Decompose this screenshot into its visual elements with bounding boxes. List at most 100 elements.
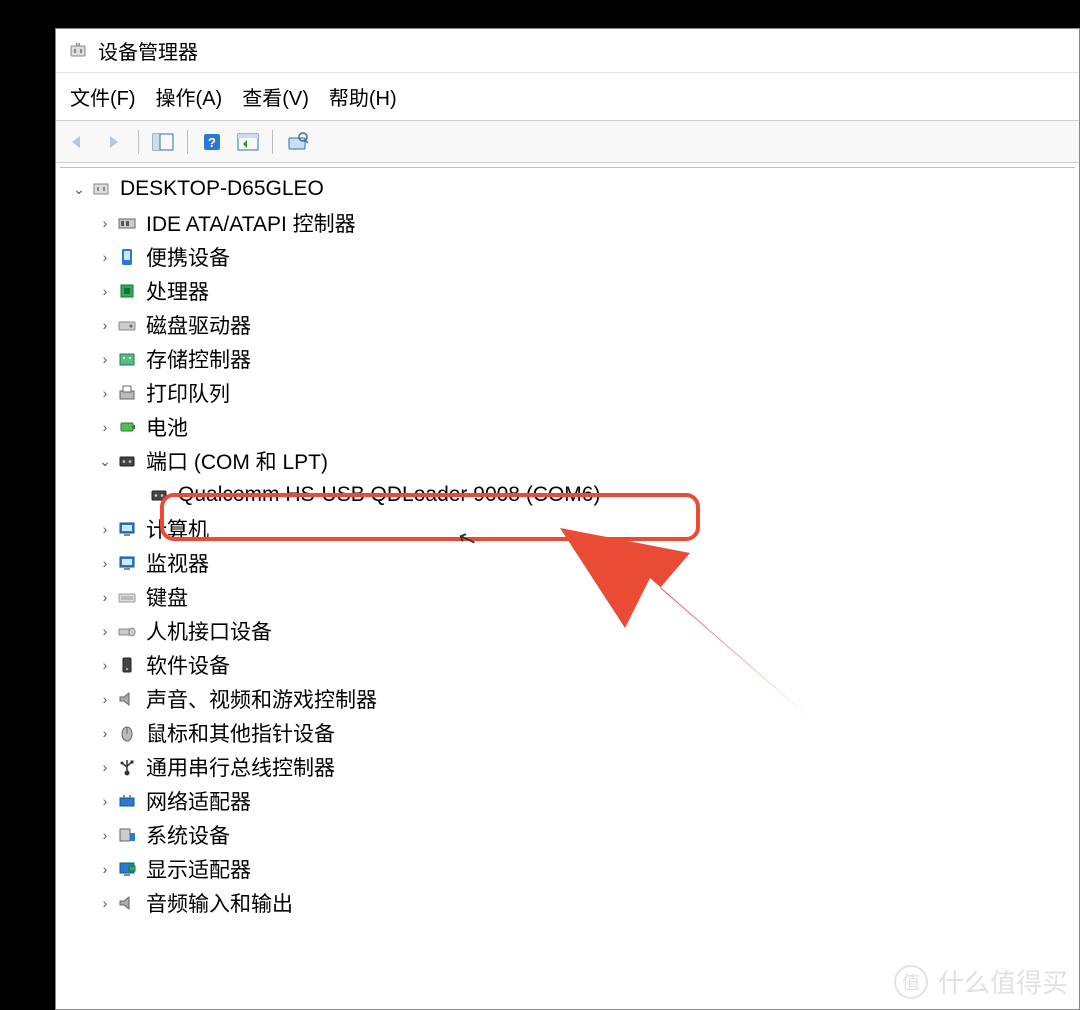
tree-category-monitor[interactable]: 监视器 bbox=[60, 546, 1075, 580]
chevron-right-icon[interactable] bbox=[98, 386, 112, 400]
tree-category-computer[interactable]: 计算机 bbox=[60, 512, 1075, 546]
tree-category-hid[interactable]: 人机接口设备 bbox=[60, 614, 1075, 648]
chevron-down-icon[interactable] bbox=[72, 182, 86, 196]
network-adapter-icon bbox=[116, 790, 138, 812]
chevron-right-icon[interactable] bbox=[98, 692, 112, 706]
device-tree[interactable]: DESKTOP-D65GLEO IDE ATA/ATAPI 控制器 便携设备 处… bbox=[60, 167, 1075, 1005]
action-button[interactable] bbox=[232, 127, 264, 157]
tree-label: Qualcomm HS-USB QDLoader 9008 (COM6) bbox=[178, 483, 600, 507]
chevron-right-icon[interactable] bbox=[98, 352, 112, 366]
disk-drive-icon bbox=[116, 314, 138, 336]
tree-label: 系统设备 bbox=[146, 820, 230, 850]
tree-label: IDE ATA/ATAPI 控制器 bbox=[146, 208, 356, 238]
hid-icon bbox=[116, 620, 138, 642]
tree-label: 磁盘驱动器 bbox=[146, 310, 251, 340]
tree-category-ports[interactable]: 端口 (COM 和 LPT) bbox=[60, 444, 1075, 478]
tree-label: 音频输入和输出 bbox=[146, 888, 293, 918]
titlebar: 设备管理器 bbox=[56, 29, 1079, 73]
toolbar: ? bbox=[56, 121, 1079, 163]
monitor-icon bbox=[116, 552, 138, 574]
chevron-right-icon[interactable] bbox=[98, 862, 112, 876]
tree-label: 端口 (COM 和 LPT) bbox=[146, 446, 328, 476]
tree-label: 存储控制器 bbox=[146, 344, 251, 374]
tree-category-portable[interactable]: 便携设备 bbox=[60, 240, 1075, 274]
chevron-right-icon[interactable] bbox=[98, 896, 112, 910]
menu-file[interactable]: 文件(F) bbox=[70, 82, 136, 111]
software-device-icon bbox=[116, 654, 138, 676]
menu-view[interactable]: 查看(V) bbox=[242, 82, 309, 111]
tree-category-mouse[interactable]: 鼠标和其他指针设备 bbox=[60, 716, 1075, 750]
forward-button[interactable] bbox=[98, 127, 130, 157]
tree-category-disk[interactable]: 磁盘驱动器 bbox=[60, 308, 1075, 342]
chevron-right-icon[interactable] bbox=[98, 794, 112, 808]
tree-category-ide[interactable]: IDE ATA/ATAPI 控制器 bbox=[60, 206, 1075, 240]
tree-device-qualcomm-qdloader[interactable]: Qualcomm HS-USB QDLoader 9008 (COM6) bbox=[60, 478, 1075, 512]
ide-controller-icon bbox=[116, 212, 138, 234]
chevron-right-icon[interactable] bbox=[98, 556, 112, 570]
portable-device-icon bbox=[116, 246, 138, 268]
svg-text:?: ? bbox=[208, 135, 216, 150]
print-queue-icon bbox=[116, 382, 138, 404]
sound-video-icon bbox=[116, 688, 138, 710]
tree-category-sound[interactable]: 声音、视频和游戏控制器 bbox=[60, 682, 1075, 716]
display-adapter-icon bbox=[116, 858, 138, 880]
tree-category-network[interactable]: 网络适配器 bbox=[60, 784, 1075, 818]
computer-root-icon bbox=[90, 178, 112, 200]
battery-icon bbox=[116, 416, 138, 438]
storage-controller-icon bbox=[116, 348, 138, 370]
tree-category-keyboard[interactable]: 键盘 bbox=[60, 580, 1075, 614]
tree-root-label: DESKTOP-D65GLEO bbox=[120, 177, 324, 201]
system-device-icon bbox=[116, 824, 138, 846]
audio-io-icon bbox=[116, 892, 138, 914]
chevron-right-icon[interactable] bbox=[98, 420, 112, 434]
tree-label: 计算机 bbox=[146, 514, 209, 544]
toolbar-separator bbox=[187, 130, 188, 154]
help-button[interactable]: ? bbox=[196, 127, 228, 157]
tree-label: 软件设备 bbox=[146, 650, 230, 680]
tree-category-audio[interactable]: 音频输入和输出 bbox=[60, 886, 1075, 920]
chevron-right-icon[interactable] bbox=[98, 590, 112, 604]
tree-leaf-spacer bbox=[130, 488, 144, 502]
tree-label: 处理器 bbox=[146, 276, 209, 306]
chevron-down-icon[interactable] bbox=[98, 454, 112, 468]
chevron-right-icon[interactable] bbox=[98, 828, 112, 842]
tree-category-display[interactable]: 显示适配器 bbox=[60, 852, 1075, 886]
tree-label: 键盘 bbox=[146, 582, 188, 612]
tree-label: 人机接口设备 bbox=[146, 616, 272, 646]
ports-icon bbox=[116, 450, 138, 472]
tree-root-node[interactable]: DESKTOP-D65GLEO bbox=[60, 172, 1075, 206]
back-button[interactable] bbox=[62, 127, 94, 157]
show-hide-tree-button[interactable] bbox=[147, 127, 179, 157]
tree-label: 监视器 bbox=[146, 548, 209, 578]
menu-help[interactable]: 帮助(H) bbox=[329, 82, 397, 111]
tree-category-battery[interactable]: 电池 bbox=[60, 410, 1075, 444]
scan-hardware-button[interactable] bbox=[281, 127, 313, 157]
chevron-right-icon[interactable] bbox=[98, 624, 112, 638]
chevron-right-icon[interactable] bbox=[98, 726, 112, 740]
tree-label: 网络适配器 bbox=[146, 786, 251, 816]
chevron-right-icon[interactable] bbox=[98, 284, 112, 298]
menu-action[interactable]: 操作(A) bbox=[156, 82, 223, 111]
processor-icon bbox=[116, 280, 138, 302]
chevron-right-icon[interactable] bbox=[98, 658, 112, 672]
device-manager-icon bbox=[68, 41, 88, 61]
com-port-icon bbox=[148, 484, 170, 506]
chevron-right-icon[interactable] bbox=[98, 760, 112, 774]
mouse-icon bbox=[116, 722, 138, 744]
chevron-right-icon[interactable] bbox=[98, 522, 112, 536]
tree-label: 声音、视频和游戏控制器 bbox=[146, 684, 377, 714]
tree-category-software[interactable]: 软件设备 bbox=[60, 648, 1075, 682]
tree-label: 打印队列 bbox=[146, 378, 230, 408]
tree-category-processor[interactable]: 处理器 bbox=[60, 274, 1075, 308]
tree-category-usb[interactable]: 通用串行总线控制器 bbox=[60, 750, 1075, 784]
tree-category-storage[interactable]: 存储控制器 bbox=[60, 342, 1075, 376]
window-title: 设备管理器 bbox=[98, 36, 198, 65]
chevron-right-icon[interactable] bbox=[98, 318, 112, 332]
chevron-right-icon[interactable] bbox=[98, 216, 112, 230]
tree-category-printqueue[interactable]: 打印队列 bbox=[60, 376, 1075, 410]
tree-category-system[interactable]: 系统设备 bbox=[60, 818, 1075, 852]
chevron-right-icon[interactable] bbox=[98, 250, 112, 264]
computer-icon bbox=[116, 518, 138, 540]
menubar: 文件(F) 操作(A) 查看(V) 帮助(H) bbox=[56, 73, 1079, 121]
usb-controller-icon bbox=[116, 756, 138, 778]
